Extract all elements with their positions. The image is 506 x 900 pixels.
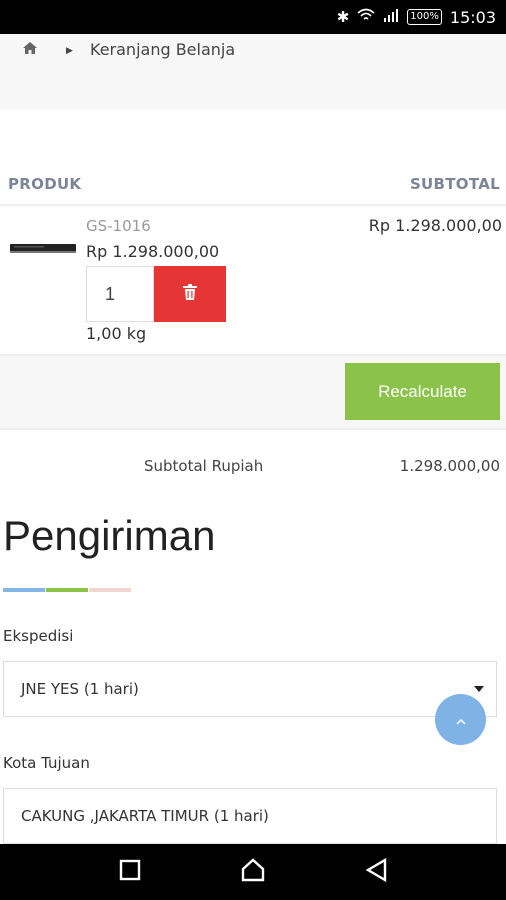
- column-header-subtotal: SUBTOTAL: [409, 175, 500, 193]
- caret-down-icon: [474, 686, 484, 692]
- system-nav-bar: [0, 844, 506, 900]
- home-icon[interactable]: [22, 40, 38, 59]
- city-label: Kota Tujuan: [3, 754, 90, 772]
- subtotal-label: Subtotal Rupiah: [144, 457, 264, 475]
- scroll-to-top-button[interactable]: [435, 694, 486, 745]
- battery-icon: 100%: [407, 9, 442, 25]
- divider: [0, 204, 506, 206]
- row-subtotal: Rp 1.298.000,00: [368, 216, 502, 235]
- product-weight: 1,00 kg: [86, 324, 147, 343]
- recents-icon[interactable]: [119, 859, 141, 885]
- clock: 15:03: [449, 7, 496, 27]
- column-header-product: PRODUK: [8, 175, 82, 193]
- city-select-value: CAKUNG ,JAKARTA TIMUR (1 hari): [21, 807, 269, 825]
- breadcrumb: ▶ Keranjang Belanja: [0, 34, 506, 110]
- accent-stripe-blue: [3, 588, 45, 592]
- status-bar: ✱ 100% 15:03: [0, 0, 506, 34]
- trash-icon: [183, 284, 197, 304]
- product-sku[interactable]: GS-1016: [86, 217, 151, 235]
- product-price: Rp 1.298.000,00: [86, 242, 220, 261]
- home-nav-icon[interactable]: [240, 858, 266, 886]
- courier-select[interactable]: JNE YES (1 hari): [3, 661, 497, 717]
- back-icon[interactable]: [365, 857, 387, 886]
- quantity-input[interactable]: [86, 266, 154, 322]
- product-image[interactable]: [10, 240, 76, 254]
- city-select[interactable]: CAKUNG ,JAKARTA TIMUR (1 hari): [3, 788, 497, 844]
- courier-label: Ekspedisi: [3, 627, 74, 645]
- accent-stripe-pink: [89, 588, 131, 592]
- divider: [0, 428, 506, 430]
- signal-icon: [383, 8, 399, 26]
- subtotal-value: 1.298.000,00: [399, 457, 500, 475]
- chevron-right-icon: ▶: [66, 46, 73, 56]
- bluetooth-icon: ✱: [336, 8, 350, 26]
- delete-button[interactable]: [154, 266, 226, 322]
- courier-select-value: JNE YES (1 hari): [21, 680, 139, 698]
- wifi-icon: [357, 8, 375, 26]
- chevron-up-icon: [455, 710, 466, 729]
- shipping-heading: Pengiriman: [3, 512, 216, 559]
- accent-stripe-green: [46, 588, 88, 592]
- recalculate-button[interactable]: Recalculate: [345, 363, 500, 420]
- breadcrumb-current: Keranjang Belanja: [90, 40, 236, 59]
